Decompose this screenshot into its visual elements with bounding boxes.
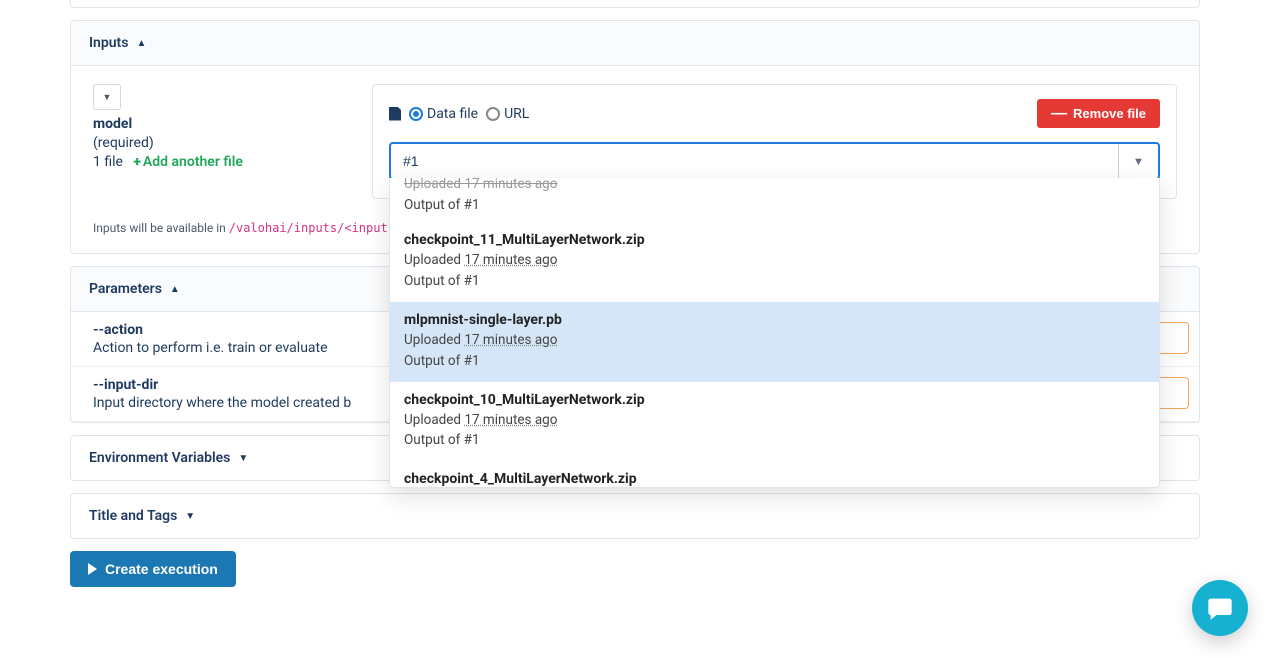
dropdown-item-title: checkpoint_4_MultiLayerNetwork.zip <box>404 471 1145 487</box>
input-required: (required) <box>93 135 348 151</box>
add-another-file-label: Add another file <box>143 154 243 170</box>
input-left-col: ▼ model (required) 1 file +Add another f… <box>93 84 348 170</box>
chat-icon <box>1206 594 1234 622</box>
dropdown-item-title: checkpoint_11_MultiLayerNetwork.zip <box>404 232 1145 248</box>
previous-panel-bottom <box>70 0 1200 8</box>
dropdown-item-uploaded: Uploaded 17 minutes ago <box>404 250 1145 271</box>
input-source-card: Data file URL — Remove file <box>372 84 1177 199</box>
create-execution-label: Create execution <box>105 561 218 577</box>
radio-url[interactable]: URL <box>486 106 529 122</box>
dropdown-item-uploaded: Uploaded 17 minutes ago <box>404 330 1145 351</box>
file-icon <box>389 107 401 121</box>
partial-output: Output of #1 <box>404 195 1145 216</box>
inputs-title: Inputs <box>89 35 128 51</box>
caret-up-icon: ▲ <box>170 284 180 295</box>
create-execution-button[interactable]: Create execution <box>70 551 236 587</box>
remove-file-button[interactable]: — Remove file <box>1037 99 1160 128</box>
title-tags-title: Title and Tags <box>89 508 177 524</box>
radio-data-file-label: Data file <box>427 106 478 122</box>
caret-up-icon: ▲ <box>136 38 146 49</box>
dropdown-item-title: mlpmnist-single-layer.pb <box>404 312 1145 328</box>
partial-uploaded-prefix: Uploaded <box>404 178 464 192</box>
remove-file-label: Remove file <box>1073 106 1146 121</box>
file-select-input[interactable] <box>391 144 1118 178</box>
partial-ago: 17 minutes ago <box>464 178 557 192</box>
play-icon <box>88 563 97 575</box>
inputs-path-note-prefix: Inputs will be available in <box>93 221 229 235</box>
input-name: model <box>93 116 348 132</box>
dropdown-item-output: Output of #1 <box>404 430 1145 451</box>
radio-checked-icon <box>409 107 423 121</box>
dropdown-item[interactable]: checkpoint_10_MultiLayerNetwork.zip Uploa… <box>390 382 1159 462</box>
dropdown-partial-top[interactable]: Uploaded 17 minutes ago Output of #1 <box>390 178 1159 222</box>
file-select[interactable]: ▼ Uploaded 17 minutes ago Output of #1 c… <box>389 142 1160 180</box>
file-select-chevron[interactable]: ▼ <box>1118 144 1158 178</box>
inputs-panel: Inputs ▲ ▼ model (required) 1 file +Add … <box>70 20 1200 254</box>
dropdown-item[interactable]: mlpmnist-single-layer.pb Uploaded 17 minu… <box>390 302 1159 382</box>
minus-icon: — <box>1051 110 1067 118</box>
plus-icon: + <box>133 154 141 170</box>
dropdown-item[interactable]: checkpoint_11_MultiLayerNetwork.zip Uploa… <box>390 222 1159 302</box>
inputs-path-note-code: /valohai/inputs/<input <box>229 221 388 235</box>
chat-fab[interactable] <box>1192 580 1248 636</box>
dropdown-item-title: checkpoint_10_MultiLayerNetwork.zip <box>404 392 1145 408</box>
radio-unchecked-icon <box>486 107 500 121</box>
radio-url-label: URL <box>504 106 529 122</box>
add-another-file-link[interactable]: +Add another file <box>133 154 243 170</box>
env-vars-title: Environment Variables <box>89 450 230 466</box>
inputs-panel-body: ▼ model (required) 1 file +Add another f… <box>71 66 1199 253</box>
caret-down-icon: ▼ <box>103 92 112 103</box>
file-dropdown: Uploaded 17 minutes ago Output of #1 che… <box>389 178 1160 488</box>
caret-down-icon: ▼ <box>238 453 248 464</box>
input-file-count: 1 file <box>93 154 123 170</box>
inputs-panel-header[interactable]: Inputs ▲ <box>71 21 1199 66</box>
radio-data-file[interactable]: Data file <box>409 106 478 122</box>
chevron-down-icon: ▼ <box>1133 155 1144 168</box>
dropdown-item-output: Output of #1 <box>404 271 1145 292</box>
caret-down-icon: ▼ <box>185 511 195 522</box>
parameters-title: Parameters <box>89 281 162 297</box>
dropdown-item[interactable]: checkpoint_4_MultiLayerNetwork.zip <box>390 461 1159 488</box>
dropdown-item-uploaded: Uploaded 17 minutes ago <box>404 410 1145 431</box>
dropdown-item-output: Output of #1 <box>404 351 1145 372</box>
input-collapse-toggle[interactable]: ▼ <box>93 84 121 110</box>
title-tags-panel-header[interactable]: Title and Tags ▼ <box>70 493 1200 539</box>
